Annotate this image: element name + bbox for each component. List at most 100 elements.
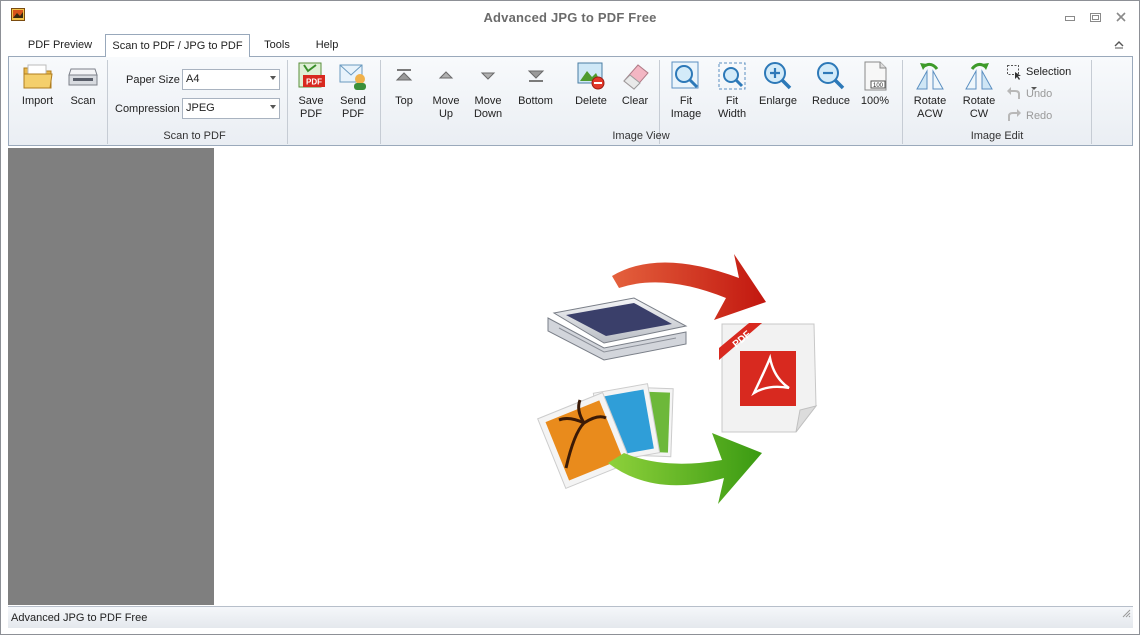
selection-button[interactable]: Selection	[1006, 63, 1086, 90]
rotate-cw-label-line2: CW	[969, 108, 989, 120]
chevron-down-icon	[270, 76, 276, 80]
splash-graphic: PDF	[537, 254, 818, 504]
move-down-label-line2: Down	[473, 108, 503, 120]
arrow-down-icon	[471, 59, 505, 93]
image-view-group: Top Move Up Move Down Bottom Delete Clea…	[381, 57, 901, 145]
save-pdf-button[interactable]: PDF Save PDF	[291, 59, 331, 121]
rotate-acw-button[interactable]: Rotate ACW	[910, 59, 950, 121]
paper-size-value: A4	[186, 73, 200, 85]
close-icon[interactable]	[1112, 9, 1130, 25]
move-down-label-line1: Move	[474, 95, 502, 107]
reduce-label: Reduce	[812, 95, 850, 107]
send-pdf-label-line2: PDF	[342, 108, 364, 120]
import-label: Import	[21, 95, 54, 107]
move-up-button[interactable]: Move Up	[428, 59, 464, 121]
zoom-out-icon	[814, 59, 848, 93]
delete-label: Delete	[575, 95, 607, 107]
image-edit-group-label: Image Edit	[970, 130, 1024, 142]
delete-image-icon	[574, 59, 608, 93]
collapse-ribbon-icon[interactable]	[1113, 38, 1125, 52]
title-bar: Advanced JPG to PDF Free	[1, 1, 1139, 34]
scan-to-pdf-group: Import Scan Paper Size A4 Compression JP…	[9, 57, 380, 145]
fit-width-label-line1: Fit	[725, 95, 739, 107]
save-pdf-icon: PDF	[294, 59, 328, 93]
move-down-button[interactable]: Move Down	[470, 59, 506, 121]
rotate-cw-button[interactable]: Rotate CW	[959, 59, 999, 121]
undo-button[interactable]: Undo	[1006, 85, 1066, 103]
fit-width-icon	[715, 59, 749, 93]
send-mail-icon	[336, 59, 370, 93]
move-top-icon	[387, 59, 421, 93]
fit-image-button[interactable]: Fit Image	[664, 59, 708, 121]
save-pdf-label-line1: Save	[298, 95, 324, 107]
ribbon-tabs: PDF Preview Scan to PDF / JPG to PDF Too…	[1, 34, 1139, 57]
top-button[interactable]: Top	[387, 59, 421, 108]
folder-icon	[21, 59, 55, 93]
bottom-button[interactable]: Bottom	[514, 59, 557, 108]
clear-label: Clear	[621, 95, 649, 107]
rotate-cw-label-line1: Rotate	[962, 95, 996, 107]
resize-grip-icon[interactable]	[1121, 604, 1131, 626]
status-bar: Advanced JPG to PDF Free	[8, 606, 1133, 628]
scanner-icon	[66, 59, 100, 93]
tab-help[interactable]: Help	[307, 34, 347, 56]
minimize-icon[interactable]	[1062, 9, 1080, 25]
arrow-up-icon	[429, 59, 463, 93]
enlarge-button[interactable]: Enlarge	[754, 59, 802, 108]
clear-button[interactable]: Clear	[615, 59, 655, 108]
fit-width-button[interactable]: Fit Width	[711, 59, 753, 121]
actual-size-icon-text: 100	[873, 83, 884, 89]
group-divider	[1091, 60, 1092, 144]
enlarge-label: Enlarge	[759, 95, 797, 107]
undo-icon	[1006, 86, 1022, 102]
rotate-acw-label-line1: Rotate	[913, 95, 947, 107]
compression-value: JPEG	[186, 102, 215, 114]
fit-image-label-line1: Fit	[679, 95, 693, 107]
paper-size-select[interactable]: A4	[182, 69, 280, 90]
scan-button[interactable]: Scan	[63, 59, 103, 108]
maximize-icon[interactable]	[1087, 9, 1105, 25]
image-edit-group: Rotate ACW Rotate CW Selection Undo Redo…	[903, 57, 1091, 145]
undo-label: Undo	[1026, 88, 1053, 100]
scan-to-pdf-group-label: Scan to PDF	[163, 130, 226, 142]
selection-label: Selection	[1026, 66, 1072, 78]
zoom-in-icon	[761, 59, 795, 93]
rotate-acw-label-line2: ACW	[917, 108, 943, 120]
compression-select[interactable]: JPEG	[182, 98, 280, 119]
rotate-right-icon	[962, 59, 996, 93]
chevron-down-icon	[270, 105, 276, 109]
save-pdf-label-line2: PDF	[300, 108, 322, 120]
delete-button[interactable]: Delete	[568, 59, 614, 108]
selection-icon	[1006, 64, 1022, 80]
tab-pdf-preview[interactable]: PDF Preview	[20, 34, 100, 56]
ribbon: Import Scan Paper Size A4 Compression JP…	[8, 56, 1133, 146]
eraser-icon	[618, 59, 652, 93]
window-title: Advanced JPG to PDF Free	[483, 10, 657, 25]
zoom-100-button[interactable]: 100 100%	[857, 59, 893, 108]
tab-scan-to-pdf[interactable]: Scan to PDF / JPG to PDF	[105, 34, 250, 57]
redo-label: Redo	[1026, 110, 1053, 122]
redo-icon	[1006, 108, 1022, 124]
zoom-100-label: 100%	[860, 95, 890, 107]
svg-text:PDF: PDF	[306, 78, 322, 87]
paper-size-label: Paper Size	[126, 74, 180, 86]
fit-image-icon	[669, 59, 703, 93]
scan-label: Scan	[70, 95, 96, 107]
thumbnail-panel[interactable]	[8, 148, 214, 605]
fit-width-label-line2: Width	[717, 108, 747, 120]
tab-tools[interactable]: Tools	[256, 34, 298, 56]
pdf-document-icon: PDF	[719, 323, 818, 433]
move-bottom-icon	[519, 59, 553, 93]
send-pdf-button[interactable]: Send PDF	[333, 59, 373, 121]
rotate-left-icon	[913, 59, 947, 93]
compression-label: Compression	[115, 103, 180, 115]
import-button[interactable]: Import	[15, 59, 60, 108]
redo-button[interactable]: Redo	[1006, 107, 1066, 125]
send-pdf-label-line1: Send	[340, 95, 366, 107]
fit-image-label-line2: Image	[670, 108, 702, 120]
image-view-group-label: Image View	[612, 130, 670, 142]
bottom-label: Bottom	[518, 95, 553, 107]
reduce-button[interactable]: Reduce	[807, 59, 855, 108]
image-canvas[interactable]: PDF	[214, 148, 1133, 605]
app-window: Advanced JPG to PDF Free PDF Preview Sca…	[0, 0, 1140, 635]
